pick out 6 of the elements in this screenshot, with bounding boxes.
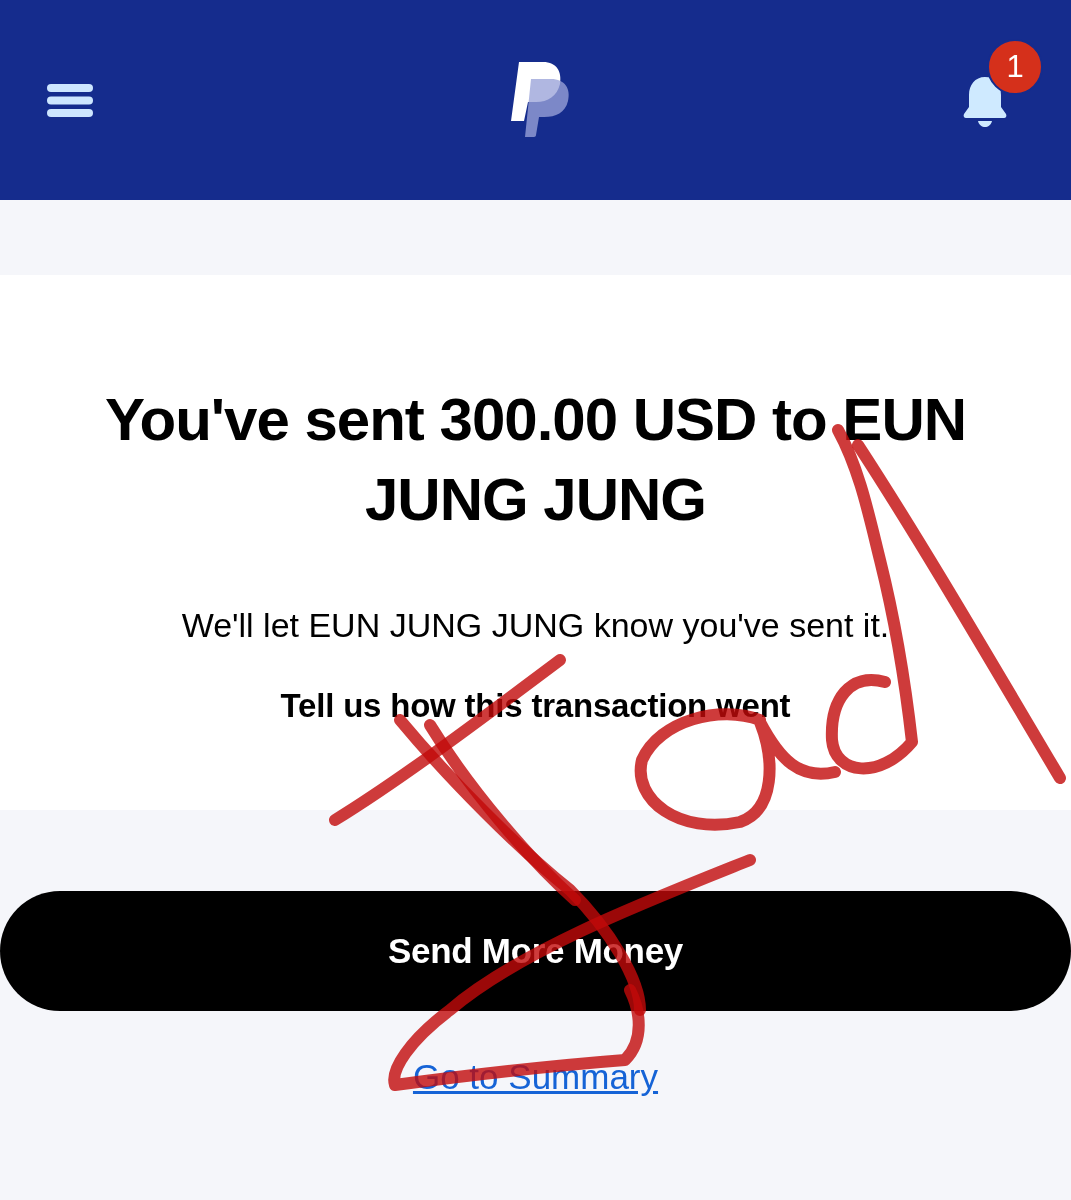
- confirmation-message: We'll let EUN JUNG JUNG know you've sent it.: [181, 605, 890, 645]
- notification-badge: 1: [987, 39, 1043, 95]
- notification-bell-icon[interactable]: [963, 75, 1007, 127]
- confirmation-title: You've sent 300.00 USD to EUN JUNG JUNG: [103, 385, 968, 535]
- menu-icon[interactable]: [47, 83, 93, 117]
- logo-icon: [509, 60, 572, 137]
